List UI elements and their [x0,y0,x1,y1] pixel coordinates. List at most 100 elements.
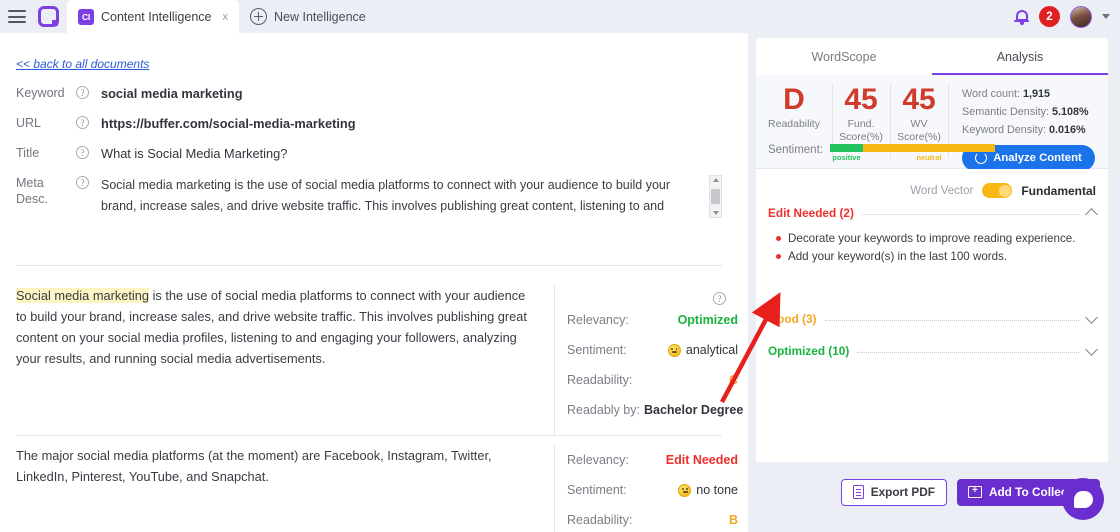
scroll-down-icon[interactable] [712,211,719,215]
help-icon[interactable]: ? [76,86,89,99]
chevron-up-icon[interactable] [1085,207,1098,221]
back-to-all-documents-link[interactable]: << back to all documents [16,57,149,71]
metric-value-relevancy: Edit Needed [665,453,738,467]
sentiment-segment-neutral [862,144,995,152]
meta-value-description[interactable]: Social media marketing is the use of soc… [101,175,709,217]
list-item[interactable]: Add your keyword(s) in the last 100 word… [776,248,1096,266]
group-optimized-header[interactable]: Optimized (10) [768,336,1098,366]
bell-icon[interactable] [1014,9,1029,25]
stat-value: 0.016% [1049,124,1086,136]
help-icon[interactable]: ? [76,176,89,189]
hamburger-icon[interactable] [8,10,26,23]
scroll-up-icon[interactable] [712,178,719,182]
score-value: 45 [844,83,878,116]
score-label-line1: WV [910,118,928,130]
neutral-face-emoji-icon [678,483,692,497]
group-good-header[interactable]: Good (3) [768,304,1098,334]
metric-readably-by: Readably by: Bachelor Degree [567,395,748,425]
meta-value-keyword[interactable]: social media marketing [101,85,722,102]
metric-label: Readably by: [567,403,640,417]
chat-button[interactable] [1062,478,1104,520]
chevron-down-icon[interactable] [1085,311,1098,324]
metric-label: Sentiment: [567,343,627,357]
suggestion-text: Add your keyword(s) in the last 100 word… [788,250,1008,263]
metric-value-sentiment-wrap: no tone [678,483,748,497]
group-edit-needed-items: Decorate your keywords to improve readin… [768,228,1096,274]
group-good: Good (3) [768,304,1098,334]
metric-label: Readability: [567,373,633,387]
tab-new-intelligence[interactable]: New Intelligence [239,0,377,33]
section-1-metrics: ? Relevancy: Optimized Sentiment: analyt… [554,285,748,435]
meta-label: Keyword [16,86,65,100]
bullet-icon [776,236,781,241]
document-meta-fields: Keyword ? social media marketing URL ? h… [16,85,722,231]
keyword-highlight: Social media marketing [16,288,150,303]
bullet-icon [776,254,781,259]
metric-value-readably-by: Bachelor Degree [643,403,744,417]
close-icon[interactable]: x [223,11,229,23]
chevron-down-icon[interactable] [1102,14,1110,19]
sentiment-label: Sentiment: [768,144,823,156]
section-2-text[interactable]: The major social media platforms (at the… [0,445,554,532]
sentiment-bar [829,144,995,152]
help-icon[interactable]: ? [713,292,726,305]
analysis-footer: Export PDF Add To Collection [756,462,1108,522]
group-title: Optimized (10) [768,344,850,358]
list-item[interactable]: Decorate your keywords to improve readin… [776,230,1096,248]
group-edit-needed: Edit Needed (2) Decorate your keywords t… [768,198,1098,274]
tab-analysis[interactable]: Analysis [932,38,1108,76]
user-avatar[interactable] [1070,5,1092,28]
suggestion-text: Decorate your keywords to improve readin… [788,232,1076,245]
word-vector-mode: Fundamental [1021,183,1096,198]
divider [16,265,722,266]
scrollbar-thumb[interactable] [711,189,720,204]
word-vector-label: Word Vector [910,184,974,197]
sentiment-legend-positive: positive [832,153,861,162]
stat-value: 1,915 [1023,88,1051,100]
score-label-line2: Score(%) [839,131,883,143]
sentiment-legend-neutral: neutral [916,153,942,162]
meta-value-url[interactable]: https://buffer.com/social-media-marketin… [101,115,722,132]
group-optimized: Optimized (10) [768,336,1098,366]
help-icon[interactable]: ? [76,116,89,129]
meta-label: Meta Desc. [16,175,76,207]
meta-value-title[interactable]: What is Social Media Marketing? [101,145,722,162]
dotted-rule [861,214,1079,215]
word-vector-toggle[interactable] [982,183,1013,198]
help-icon[interactable]: ? [76,146,89,159]
app-logo-icon[interactable] [38,6,59,27]
document-pane: << back to all documents Keyword ? socia… [0,33,748,532]
meta-label-line2: Desc. [16,192,48,206]
metric-label: Readability: [567,513,633,527]
tab-content-intelligence[interactable]: CI Content Intelligence x [67,0,239,33]
meta-description-scrollbar[interactable] [709,175,722,218]
sentiment-legend: positive neutral [830,153,995,162]
metric-value-sentiment-wrap: analytical [667,343,748,357]
metric-label: Sentiment: [567,483,627,497]
analyze-content-label: Analyze Content [993,152,1082,164]
score-label: Readability [768,118,820,130]
chat-bubble-icon [1073,490,1093,508]
metric-relevancy: Relevancy: Edit Needed [567,445,748,475]
notification-count-badge[interactable]: 2 [1039,6,1060,27]
metric-sentiment: Sentiment: no tone [567,475,748,505]
score-value: D [783,83,805,116]
chevron-down-icon[interactable] [1085,343,1098,356]
metric-label: Relevancy: [567,313,629,327]
section-2-metrics: Relevancy: Edit Needed Sentiment: no ton… [554,445,748,532]
tab-wordscope[interactable]: WordScope [756,38,932,75]
export-pdf-button[interactable]: Export PDF [840,478,947,506]
metric-value-sentiment: no tone [696,483,738,497]
stat-label: Keyword Density: [962,124,1047,136]
meta-row-title: Title ? What is Social Media Marketing? [16,145,722,162]
tab-label: New Intelligence [274,9,366,24]
analysis-suggestions: Word Vector Fundamental Edit Needed (2) [756,169,1108,462]
divider [16,435,722,436]
section-1-text[interactable]: Social media marketing is the use of soc… [0,285,554,435]
plus-circle-icon [250,8,267,25]
analysis-tab-bar: WordScope Analysis [756,38,1108,76]
group-edit-needed-header[interactable]: Edit Needed (2) [768,198,1098,228]
dotted-rule [857,352,1079,353]
metric-sentiment: Sentiment: analytical [567,335,748,365]
score-value: 45 [902,83,936,116]
